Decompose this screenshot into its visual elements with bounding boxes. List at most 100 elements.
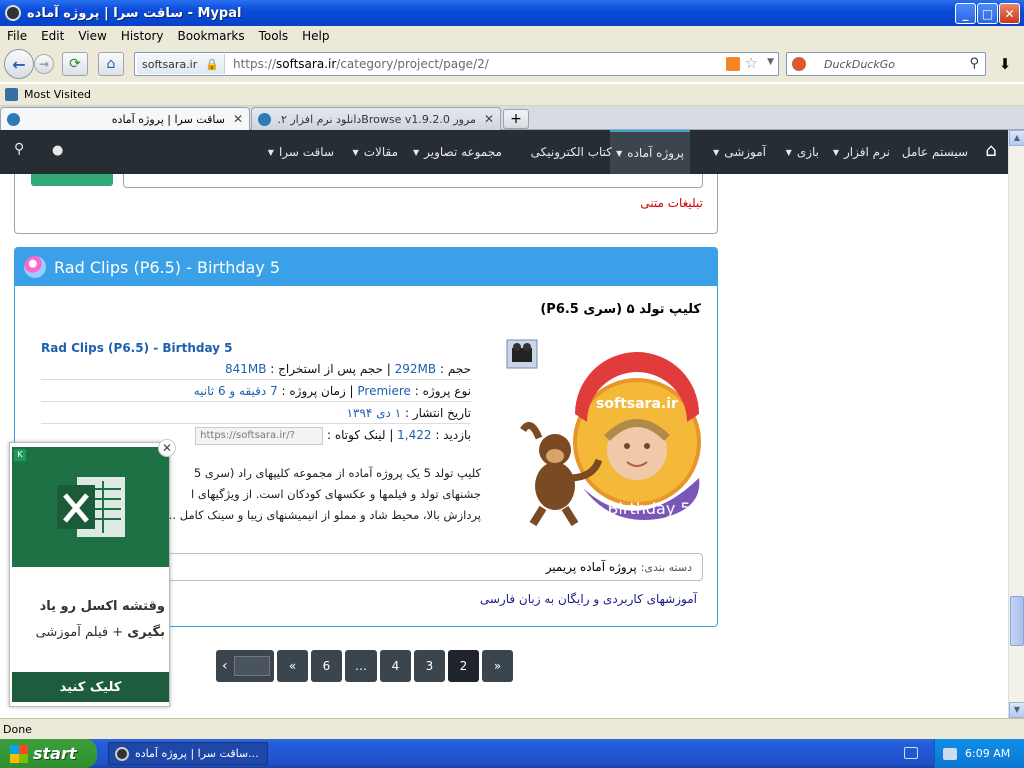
- post-thumbnail[interactable]: softsara.ir Birthday 5: [503, 338, 703, 528]
- menu-view[interactable]: View: [71, 29, 113, 43]
- pagination: ‹ « 6 … 4 3 2 »: [216, 650, 513, 684]
- site-favicon-icon: [7, 112, 20, 126]
- most-visited-icon: [5, 88, 18, 101]
- network-icon[interactable]: [943, 747, 957, 760]
- tab-label: ساقت سرا | پروژه آماده: [111, 112, 225, 126]
- search-icon[interactable]: ⚲: [14, 141, 24, 157]
- popup-line1: وقتشه اکسل رو یاد: [39, 599, 165, 614]
- page-ellipsis: …: [345, 650, 377, 682]
- status-bar: Done: [0, 718, 1024, 739]
- date-value: ۱ دی ۱۳۹۴: [346, 406, 402, 420]
- bookmarks-bar: Most Visited: [0, 84, 1024, 106]
- reload-icon[interactable]: ⟳: [62, 52, 88, 76]
- nav-item-images[interactable]: مجموعه تصاویر ▼: [413, 130, 502, 174]
- scroll-thumb[interactable]: [1010, 596, 1024, 646]
- minimize-button[interactable]: _: [955, 3, 976, 24]
- back-arrow-icon[interactable]: ←: [4, 49, 34, 79]
- lock-icon: 🔒: [205, 57, 219, 71]
- popup-close-icon[interactable]: ✕: [158, 439, 176, 457]
- search-placeholder[interactable]: DuckDuckGo: [824, 58, 895, 71]
- bookmark-star-icon[interactable]: ☆: [745, 54, 758, 72]
- post-header-title[interactable]: Rad Clips (P6.5) - Birthday 5: [54, 258, 280, 277]
- page-3-button[interactable]: 3: [414, 650, 445, 682]
- category-link[interactable]: پروژه آماده پریمیر: [546, 560, 637, 574]
- scroll-up-icon[interactable]: ▲: [1009, 130, 1024, 146]
- tab-download[interactable]: مرور Browse v1.9.2.0دانلود نرم افزار ۲..…: [251, 107, 501, 130]
- start-label: start: [33, 744, 77, 763]
- vertical-scrollbar[interactable]: ▲ ▼: [1008, 130, 1024, 718]
- views-value: 1,422: [397, 428, 432, 442]
- tab-softsara[interactable]: ساقت سرا | پروژه آماده ✕: [0, 107, 250, 130]
- close-button[interactable]: ✕: [999, 3, 1020, 24]
- text-ads-label[interactable]: تبلیغات متنی: [640, 196, 703, 210]
- identity-label: softsara.ir: [142, 57, 198, 71]
- forward-arrow-icon[interactable]: →: [34, 54, 54, 74]
- tab-close-icon[interactable]: ✕: [233, 112, 243, 126]
- url-dropdown-icon[interactable]: ▼: [767, 57, 774, 67]
- menu-file[interactable]: File: [0, 29, 34, 43]
- page-2-current[interactable]: 2: [448, 650, 479, 682]
- nav-item-softsara[interactable]: ساقت سرا ▼: [268, 130, 334, 174]
- date-row: تاریخ انتشار : ۱ دی ۱۳۹۴: [41, 402, 471, 424]
- ad-text-link[interactable]: آموزشهای کاربردی و رایگان به زبان فارسی: [480, 592, 697, 606]
- search-icon[interactable]: ⚲: [969, 56, 979, 71]
- home-icon[interactable]: ⌂: [980, 140, 1002, 161]
- taskbar-item-browser[interactable]: ساقت سرا | پروژه آماده...: [108, 742, 268, 765]
- taskbar: start ساقت سرا | پروژه آماده... 6:09 AM: [0, 739, 1024, 768]
- start-button[interactable]: start: [0, 739, 97, 768]
- ad-badge: K: [14, 449, 26, 461]
- thumb-caption-text: Birthday 5: [607, 499, 690, 518]
- page-4-button[interactable]: 4: [380, 650, 411, 682]
- site-navbar: ⌂ سیستم عامل نرم افزار ▼ بازی ▼ آموزشی ▼ پر…: [0, 130, 1008, 174]
- product-link[interactable]: Rad Clips (P6.5) - Birthday 5: [41, 341, 233, 355]
- menu-edit[interactable]: Edit: [34, 29, 71, 43]
- page-next-button[interactable]: «: [277, 650, 308, 682]
- page-prev-button[interactable]: »: [482, 650, 513, 682]
- menu-history[interactable]: History: [114, 29, 171, 43]
- duckduckgo-icon[interactable]: [792, 57, 806, 71]
- menu-tools[interactable]: Tools: [252, 29, 296, 43]
- project-type-link[interactable]: Premiere: [357, 384, 411, 398]
- shortlink-field[interactable]: https://softsara.ir/?p=20993: [195, 426, 324, 445]
- download-icon[interactable]: ⬇: [991, 52, 1019, 76]
- keyboard-icon[interactable]: [904, 747, 918, 759]
- user-icon[interactable]: ●: [52, 143, 63, 158]
- menu-help[interactable]: Help: [295, 29, 336, 43]
- size-row: حجم : 292MB | حجم پس از استخراج : 841MB: [41, 358, 471, 380]
- nav-item-os[interactable]: سیستم عامل: [902, 130, 968, 174]
- title-bar[interactable]: ساقت سرا | پروژه آماده - Mypal _ □ ✕: [0, 0, 1024, 26]
- nav-item-software[interactable]: نرم افزار ▼: [833, 130, 890, 174]
- rss-icon[interactable]: [726, 57, 740, 71]
- excel-ad-popup[interactable]: K ✕ وقتشه اکسل رو یاد بگیری + فیلم آموزش…: [9, 439, 176, 707]
- page-6-button[interactable]: 6: [311, 650, 342, 682]
- nav-item-educational[interactable]: آموزشی ▼: [713, 130, 766, 174]
- nav-item-games[interactable]: بازی ▼: [786, 130, 819, 174]
- home-icon[interactable]: ⌂: [98, 52, 124, 76]
- system-tray: 6:09 AM: [934, 739, 1024, 768]
- url-bar[interactable]: softsara.ir 🔒 https://softsara.ir/catego…: [134, 52, 779, 76]
- size-value: 292MB: [394, 362, 437, 376]
- clock[interactable]: 6:09 AM: [965, 747, 1010, 760]
- new-tab-button[interactable]: +: [503, 109, 529, 129]
- chevron-left-icon[interactable]: ‹: [222, 658, 228, 674]
- page-jump[interactable]: ‹: [216, 650, 274, 682]
- maximize-button[interactable]: □: [977, 3, 998, 24]
- url-text[interactable]: https://softsara.ir/category/project/pag…: [233, 57, 489, 71]
- excel-icon: [57, 477, 125, 537]
- download-button[interactable]: [31, 174, 113, 186]
- page-jump-input[interactable]: [234, 656, 270, 676]
- menu-bookmarks[interactable]: Bookmarks: [171, 29, 252, 43]
- browser-window: ساقت سرا | پروژه آماده - Mypal _ □ ✕ Fil…: [0, 0, 1024, 768]
- nav-item-projects[interactable]: پروژه آماده ▼: [610, 130, 690, 174]
- most-visited-bookmark[interactable]: Most Visited: [24, 88, 91, 101]
- nav-item-articles[interactable]: مقالات ▼: [353, 130, 398, 174]
- tab-close-icon[interactable]: ✕: [484, 112, 494, 126]
- popup-cta-button[interactable]: کلیک کنید: [12, 672, 169, 702]
- search-box[interactable]: DuckDuckGo ⚲: [786, 52, 986, 76]
- site-identity[interactable]: softsara.ir 🔒: [137, 54, 225, 74]
- thumb-brand-text: softsara.ir: [596, 396, 678, 412]
- category-box: [123, 174, 703, 188]
- nav-item-ebooks[interactable]: کتاب الکترونیکی: [531, 130, 612, 174]
- popup-line2: بگیری + فیلم آموزشی: [35, 625, 165, 640]
- scroll-down-icon[interactable]: ▼: [1009, 702, 1024, 718]
